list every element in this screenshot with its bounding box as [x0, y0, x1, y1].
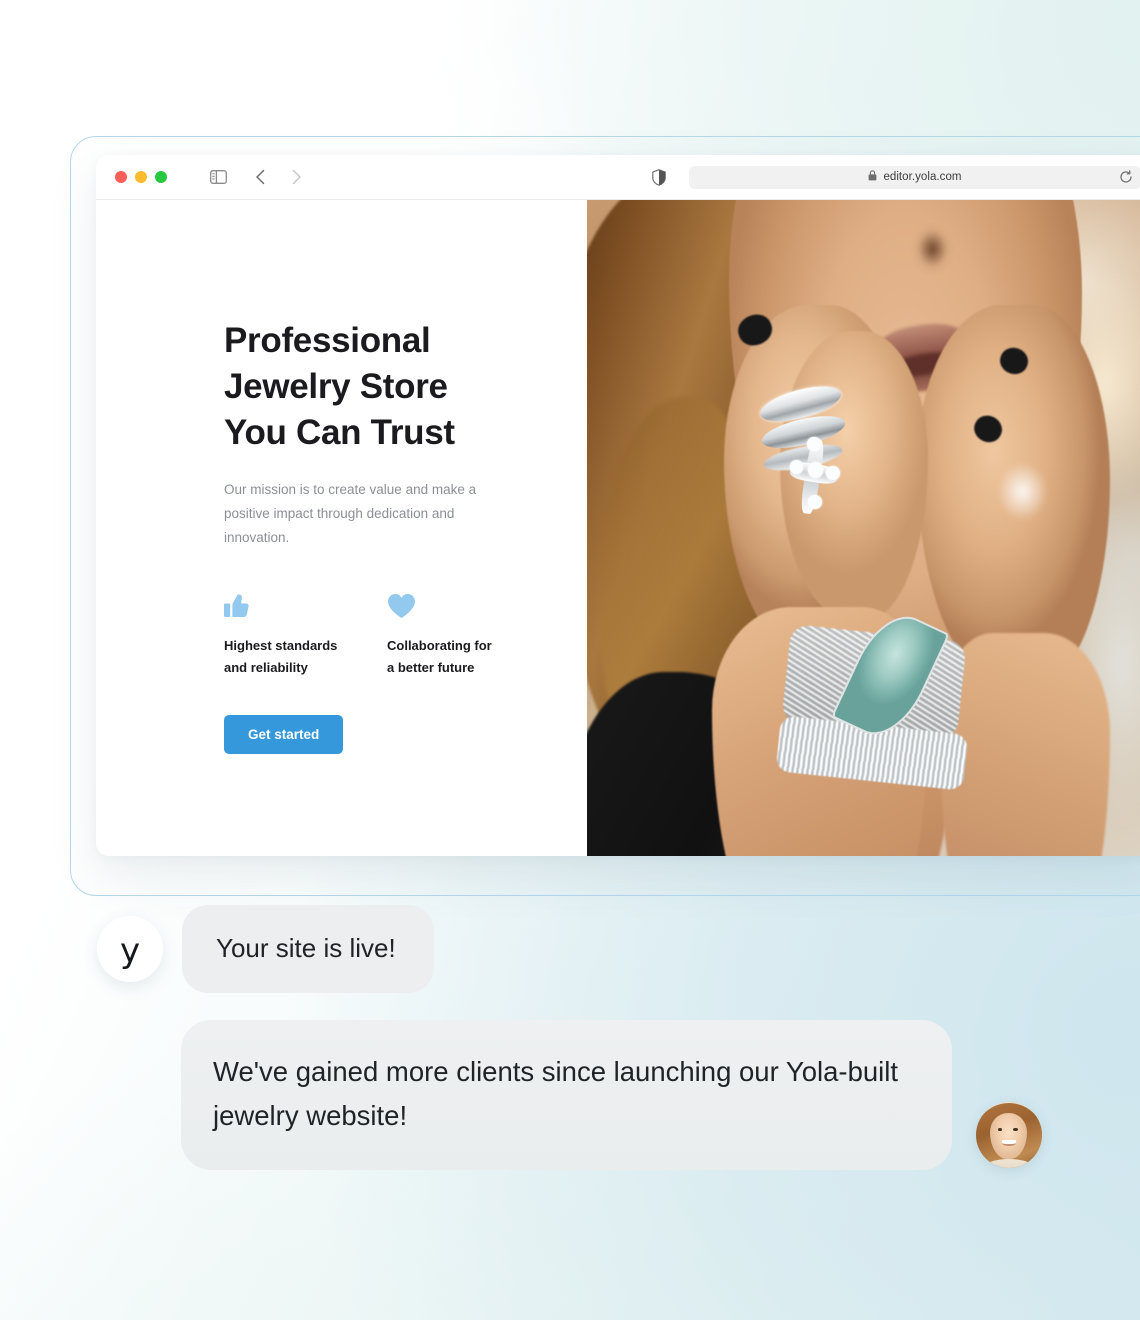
get-started-button[interactable]: Get started	[224, 715, 344, 754]
window-traffic-lights[interactable]	[115, 171, 167, 183]
browser-toolbar: editor.yola.com	[96, 155, 1140, 200]
close-window-button[interactable]	[115, 171, 127, 183]
feature-label: Collaborating for a better future	[387, 638, 492, 675]
chevron-right-icon[interactable]	[283, 164, 309, 190]
maximize-window-button[interactable]	[155, 171, 167, 183]
page-title: Professional Jewelry Store You Can Trust	[224, 321, 455, 452]
feature-item: Highest standards and reliability	[224, 589, 387, 679]
address-bar-url: editor.yola.com	[883, 171, 962, 183]
chevron-left-icon[interactable]	[247, 164, 273, 190]
feature-item: Collaborating for a better future	[387, 589, 550, 679]
hero-subtitle: Our mission is to create value and make …	[224, 482, 477, 545]
hero-text-column: Professional Jewelry Store You Can Trust…	[96, 200, 587, 856]
browser-nav-controls	[205, 164, 309, 190]
browser-address-area: editor.yola.com	[646, 164, 1140, 190]
reload-icon[interactable]	[1118, 169, 1134, 185]
website-preview: Professional Jewelry Store You Can Trust…	[96, 200, 1140, 856]
customer-photo-avatar	[976, 1102, 1042, 1168]
yola-logo-letter: y	[119, 931, 141, 971]
chat-message-row: y Your site is live!	[97, 905, 434, 993]
feature-label: Highest standards and reliability	[224, 638, 338, 675]
hero-image	[587, 200, 1140, 856]
address-bar[interactable]: editor.yola.com	[689, 165, 1140, 189]
yola-logo-avatar: y	[97, 916, 163, 982]
thumbs-up-icon	[224, 589, 387, 619]
lock-icon	[868, 168, 877, 186]
heart-icon	[387, 589, 550, 619]
sidebar-toggle-icon[interactable]	[205, 164, 231, 190]
browser-window: editor.yola.com Professional Jewelry Sto…	[96, 155, 1140, 856]
chat-bubble: Your site is live!	[182, 905, 434, 993]
chat-message-row: We've gained more clients since launchin…	[181, 1020, 1042, 1170]
shield-privacy-icon[interactable]	[646, 164, 672, 190]
jewelry-photo	[587, 200, 1140, 856]
feature-list: Highest standards and reliability Collab…	[224, 589, 587, 679]
minimize-window-button[interactable]	[135, 171, 147, 183]
chat-bubble: We've gained more clients since launchin…	[181, 1020, 952, 1170]
